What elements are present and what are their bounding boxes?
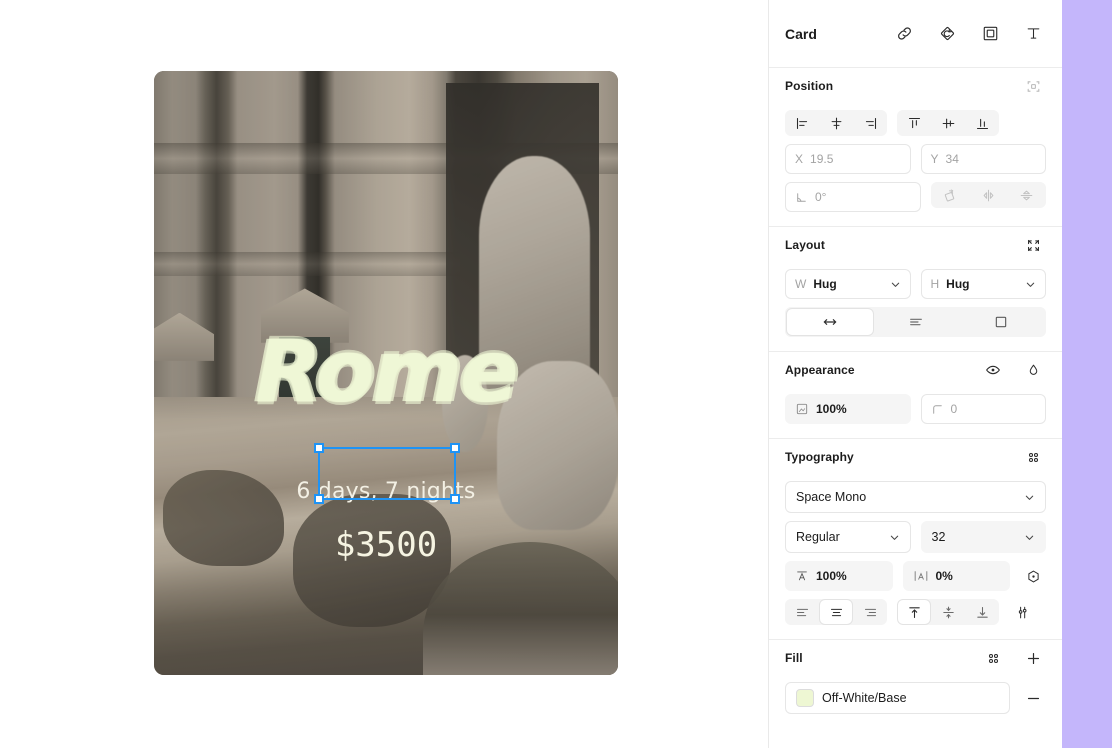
- width-select[interactable]: W Hug: [785, 269, 911, 299]
- chevron-down-icon: [1024, 532, 1035, 543]
- fill-color-swatch[interactable]: [796, 689, 814, 707]
- corner-radius-icon: [931, 403, 944, 416]
- card-subtitle[interactable]: 6 days, 7 nights: [154, 479, 618, 504]
- layout-mode-group: [785, 307, 1046, 337]
- line-height-input[interactable]: 100%: [785, 561, 893, 591]
- transform-group: [930, 182, 1047, 208]
- selected-layer-name: Card: [785, 25, 817, 42]
- chevron-down-icon: [890, 279, 901, 290]
- font-weight-value: Regular: [796, 530, 840, 544]
- font-size-select[interactable]: 32: [920, 521, 1046, 553]
- chevron-down-icon: [1025, 279, 1036, 290]
- width-label: W: [795, 277, 807, 291]
- align-right-icon[interactable]: [853, 110, 887, 136]
- frame-icon[interactable]: [977, 21, 1003, 47]
- rotate-90-icon[interactable]: [931, 182, 970, 208]
- properties-panel: Card Position X 19.5 Y 34 0° Layout W Hu…: [768, 0, 1062, 748]
- typography-section-title: Typography: [785, 450, 854, 464]
- blend-mode-icon[interactable]: [1020, 357, 1046, 383]
- letter-spacing-value: 0%: [935, 569, 953, 583]
- align-horizontal-group: [785, 110, 887, 136]
- text-align-left-icon[interactable]: [785, 599, 819, 625]
- right-edge-strip: [1062, 0, 1112, 748]
- text-styles-icon[interactable]: [1020, 444, 1046, 470]
- align-top-icon[interactable]: [897, 110, 931, 136]
- text-icon[interactable]: [1020, 21, 1046, 47]
- text-align-center-icon[interactable]: [819, 599, 853, 625]
- height-label: H: [930, 277, 940, 291]
- text-align-right-icon[interactable]: [853, 599, 887, 625]
- layout-section-title: Layout: [785, 238, 825, 252]
- font-family-select[interactable]: Space Mono: [785, 481, 1046, 513]
- fill-section: Fill Off-White/Base: [769, 640, 1062, 728]
- fill-style-name: Off-White/Base: [822, 691, 907, 705]
- font-size-value: 32: [931, 530, 946, 544]
- text-wrap-icon[interactable]: [873, 309, 959, 335]
- chevron-down-icon: [1024, 492, 1035, 503]
- align-horizontal-center-icon[interactable]: [819, 110, 853, 136]
- align-bottom-icon[interactable]: [965, 110, 999, 136]
- rotation-value: 0°: [815, 190, 827, 204]
- letter-spacing-input[interactable]: 0%: [902, 561, 1010, 591]
- fill-style-item[interactable]: Off-White/Base: [785, 682, 1010, 714]
- clip-content-icon[interactable]: [958, 309, 1044, 335]
- font-family-value: Space Mono: [796, 490, 867, 504]
- x-position-input[interactable]: X 19.5: [785, 144, 911, 174]
- width-value: Hug: [813, 277, 837, 291]
- text-align-top-icon[interactable]: [897, 599, 931, 625]
- x-label: X: [795, 152, 804, 166]
- opacity-icon: [795, 402, 809, 416]
- eye-icon[interactable]: [980, 357, 1006, 383]
- line-height-icon: [795, 569, 809, 583]
- appearance-section-title: Appearance: [785, 363, 855, 377]
- position-section-title: Position: [785, 79, 834, 93]
- link-icon[interactable]: [891, 21, 917, 47]
- text-align-horizontal-group: [785, 599, 887, 625]
- y-position-input[interactable]: Y 34: [920, 144, 1046, 174]
- align-left-icon[interactable]: [785, 110, 819, 136]
- text-align-middle-icon[interactable]: [931, 599, 965, 625]
- add-icon[interactable]: [1020, 645, 1046, 671]
- x-value: 19.5: [810, 152, 834, 166]
- card-frame[interactable]: Rome 6 days, 7 nights $3500: [154, 71, 618, 675]
- corner-radius-input[interactable]: 0: [920, 394, 1046, 424]
- text-align-vertical-group: [897, 599, 999, 625]
- layout-section: Layout W Hug H Hug: [769, 227, 1062, 352]
- flip-horizontal-icon[interactable]: [969, 182, 1008, 208]
- flip-vertical-icon[interactable]: [1008, 182, 1047, 208]
- type-detail-icon[interactable]: [1020, 561, 1046, 591]
- font-weight-select[interactable]: Regular: [785, 521, 911, 553]
- align-vertical-center-icon[interactable]: [931, 110, 965, 136]
- appearance-section: Appearance 100% 0: [769, 352, 1062, 439]
- height-select[interactable]: H Hug: [920, 269, 1046, 299]
- collapse-icon[interactable]: [1020, 232, 1046, 258]
- y-label: Y: [930, 152, 939, 166]
- y-value: 34: [945, 152, 959, 166]
- rotation-input[interactable]: 0°: [785, 182, 921, 212]
- card-title[interactable]: Rome: [154, 329, 618, 415]
- app-root: Rome 6 days, 7 nights $3500 Card Positio…: [0, 0, 1112, 748]
- height-value: Hug: [946, 277, 970, 291]
- position-section: Position X 19.5 Y 34 0°: [769, 68, 1062, 227]
- line-height-value: 100%: [816, 569, 847, 583]
- absolute-position-icon[interactable]: [1020, 73, 1046, 99]
- fill-section-title: Fill: [785, 651, 803, 665]
- chevron-down-icon: [889, 532, 900, 543]
- opacity-input[interactable]: 100%: [785, 394, 911, 424]
- resize-horizontal-icon[interactable]: [787, 309, 873, 335]
- corner-radius-value: 0: [950, 402, 958, 416]
- card-price[interactable]: $3500: [154, 525, 618, 565]
- type-settings-icon[interactable]: [1009, 599, 1035, 625]
- remove-icon[interactable]: [1020, 682, 1046, 714]
- text-align-bottom-icon[interactable]: [965, 599, 999, 625]
- typography-section: Typography Space Mono Regular 32 100% 0%: [769, 439, 1062, 640]
- opacity-value: 100%: [816, 402, 847, 416]
- fill-styles-icon[interactable]: [980, 645, 1006, 671]
- align-vertical-group: [897, 110, 999, 136]
- design-canvas[interactable]: Rome 6 days, 7 nights $3500: [0, 0, 768, 748]
- panel-header: Card: [769, 0, 1062, 68]
- detach-instance-icon[interactable]: [934, 21, 960, 47]
- letter-spacing-icon: [913, 569, 929, 583]
- rotation-icon: [795, 191, 808, 204]
